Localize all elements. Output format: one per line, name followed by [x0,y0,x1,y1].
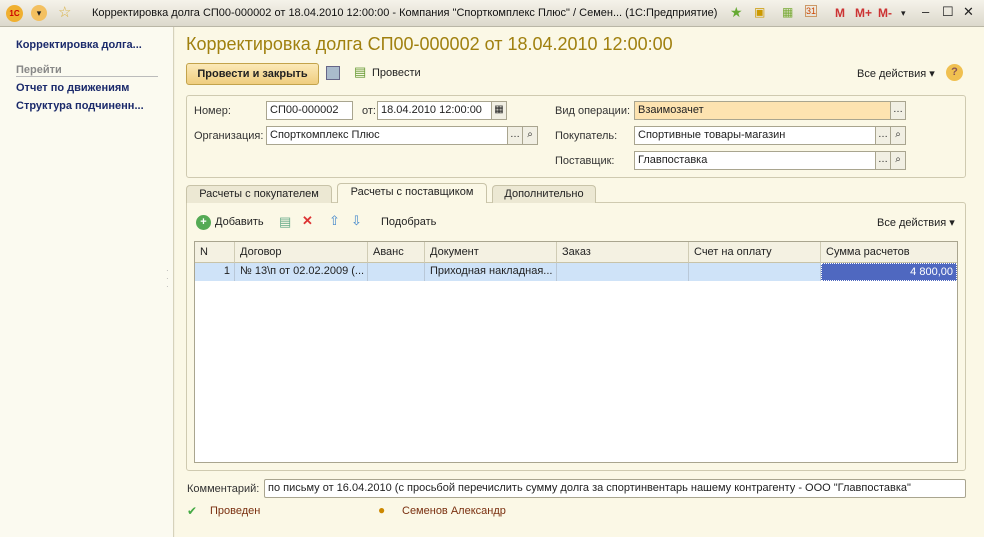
table-cell[interactable] [368,263,425,281]
memory-m-button[interactable]: M [835,6,845,20]
window-title: Корректировка долга СП00-000002 от 18.04… [92,7,718,19]
organization-label: Организация: [194,130,264,142]
help-icon[interactable]: ? [946,64,963,81]
column-header[interactable]: Сумма расчетов [821,242,957,263]
column-header[interactable]: Аванс [368,242,425,263]
post-button[interactable]: Провести [372,67,421,79]
select-button[interactable]: … [875,151,891,170]
bookmark-icon[interactable]: ▣ [754,5,765,19]
user-icon: ● [378,503,386,517]
table-cell[interactable]: № 13\п от 02.02.2009 (... [235,263,368,281]
sidebar-item-report[interactable]: Отчет по движениям [16,82,129,94]
settlements-table: N Договор Аванс Документ Заказ Счет на о… [194,241,958,463]
operation-field[interactable]: Взаимозачет [634,101,891,120]
page-title: Корректировка долга СП00-000002 от 18.04… [186,34,673,54]
sidebar-item-structure[interactable]: Структура подчиненн... [16,100,144,112]
operation-label: Вид операции: [555,105,631,117]
organization-field[interactable]: Спорткомплекс Плюс [266,126,508,145]
search-icon[interactable]: ⌕ [522,126,538,145]
post-icon[interactable]: ▤ [354,64,366,80]
memory-mplus-button[interactable]: M+ [855,6,872,20]
status-text: Проведен [210,505,261,517]
move-down-icon[interactable]: ⇩ [351,213,362,229]
pick-button[interactable]: Подобрать [381,216,436,228]
number-field[interactable]: СП00-000002 [266,101,353,120]
add-icon[interactable]: + [196,215,211,230]
table-cell[interactable] [557,263,689,281]
calendar-icon[interactable]: 31 [805,5,817,17]
close-button[interactable]: ✕ [963,4,974,20]
select-button[interactable]: … [875,126,891,145]
title-bar: 1С ▾ ☆ Корректировка долга СП00-000002 о… [0,0,984,27]
add-favorite-icon[interactable]: ★ [730,4,743,21]
comment-field[interactable]: по письму от 16.04.2010 (с просьбой пере… [264,479,966,498]
date-label: от: [362,105,376,117]
favorites-star-icon[interactable]: ☆ [58,3,71,21]
save-icon[interactable] [326,66,340,80]
column-header[interactable]: Заказ [557,242,689,263]
splitter-handle[interactable]: · · · [166,267,169,291]
table-all-actions-menu[interactable]: Все действия ▾ [877,216,955,229]
table-cell[interactable]: 1 [195,263,235,281]
divider [16,76,158,77]
tab-buyer[interactable]: Расчеты с покупателем [186,185,332,203]
copy-icon[interactable]: ▤ [279,214,291,230]
number-label: Номер: [194,105,231,117]
table-cell-selected[interactable]: 4 800,00 [821,263,957,281]
table-cell[interactable] [689,263,821,281]
buyer-field[interactable]: Спортивные товары-магазин [634,126,876,145]
chevron-down-icon[interactable]: ▾ [901,8,906,19]
sidebar-current[interactable]: Корректировка долга... [16,39,142,51]
select-button[interactable]: … [507,126,523,145]
post-and-close-button[interactable]: Провести и закрыть [186,63,319,85]
calendar-icon[interactable]: ▦ [491,101,507,120]
column-header[interactable]: Документ [425,242,557,263]
sidebar: Корректировка долга... Перейти Отчет по … [0,27,174,537]
delete-icon[interactable]: ✕ [302,213,313,229]
column-header[interactable]: N [195,242,235,263]
supplier-field[interactable]: Главпоставка [634,151,876,170]
tab-additional[interactable]: Дополнительно [492,185,596,203]
table-cell[interactable]: Приходная накладная... [425,263,557,281]
tab-supplier[interactable]: Расчеты с поставщиком [337,183,487,203]
minimize-button[interactable]: – [922,4,929,19]
sidebar-section-title: Перейти [16,64,62,76]
app-logo-icon[interactable]: 1С [6,5,23,22]
author-link[interactable]: Семенов Александр [402,505,506,517]
memory-mminus-button[interactable]: M- [878,6,892,20]
add-button[interactable]: Добавить [215,216,264,228]
date-field[interactable]: 18.04.2010 12:00:00 [377,101,492,120]
maximize-button[interactable]: ☐ [942,4,954,20]
all-actions-menu[interactable]: Все действия ▾ [857,67,935,80]
search-icon[interactable]: ⌕ [890,126,906,145]
supplier-label: Поставщик: [555,155,615,167]
menu-dropdown-icon[interactable]: ▾ [31,5,47,21]
posted-icon: ✔ [187,504,198,518]
calculator-icon[interactable]: ▦ [782,5,793,19]
comment-label: Комментарий: [187,483,260,495]
column-header[interactable]: Счет на оплату [689,242,821,263]
move-up-icon[interactable]: ⇧ [329,213,340,229]
buyer-label: Покупатель: [555,130,618,142]
select-button[interactable]: … [890,101,906,120]
search-icon[interactable]: ⌕ [890,151,906,170]
column-header[interactable]: Договор [235,242,368,263]
